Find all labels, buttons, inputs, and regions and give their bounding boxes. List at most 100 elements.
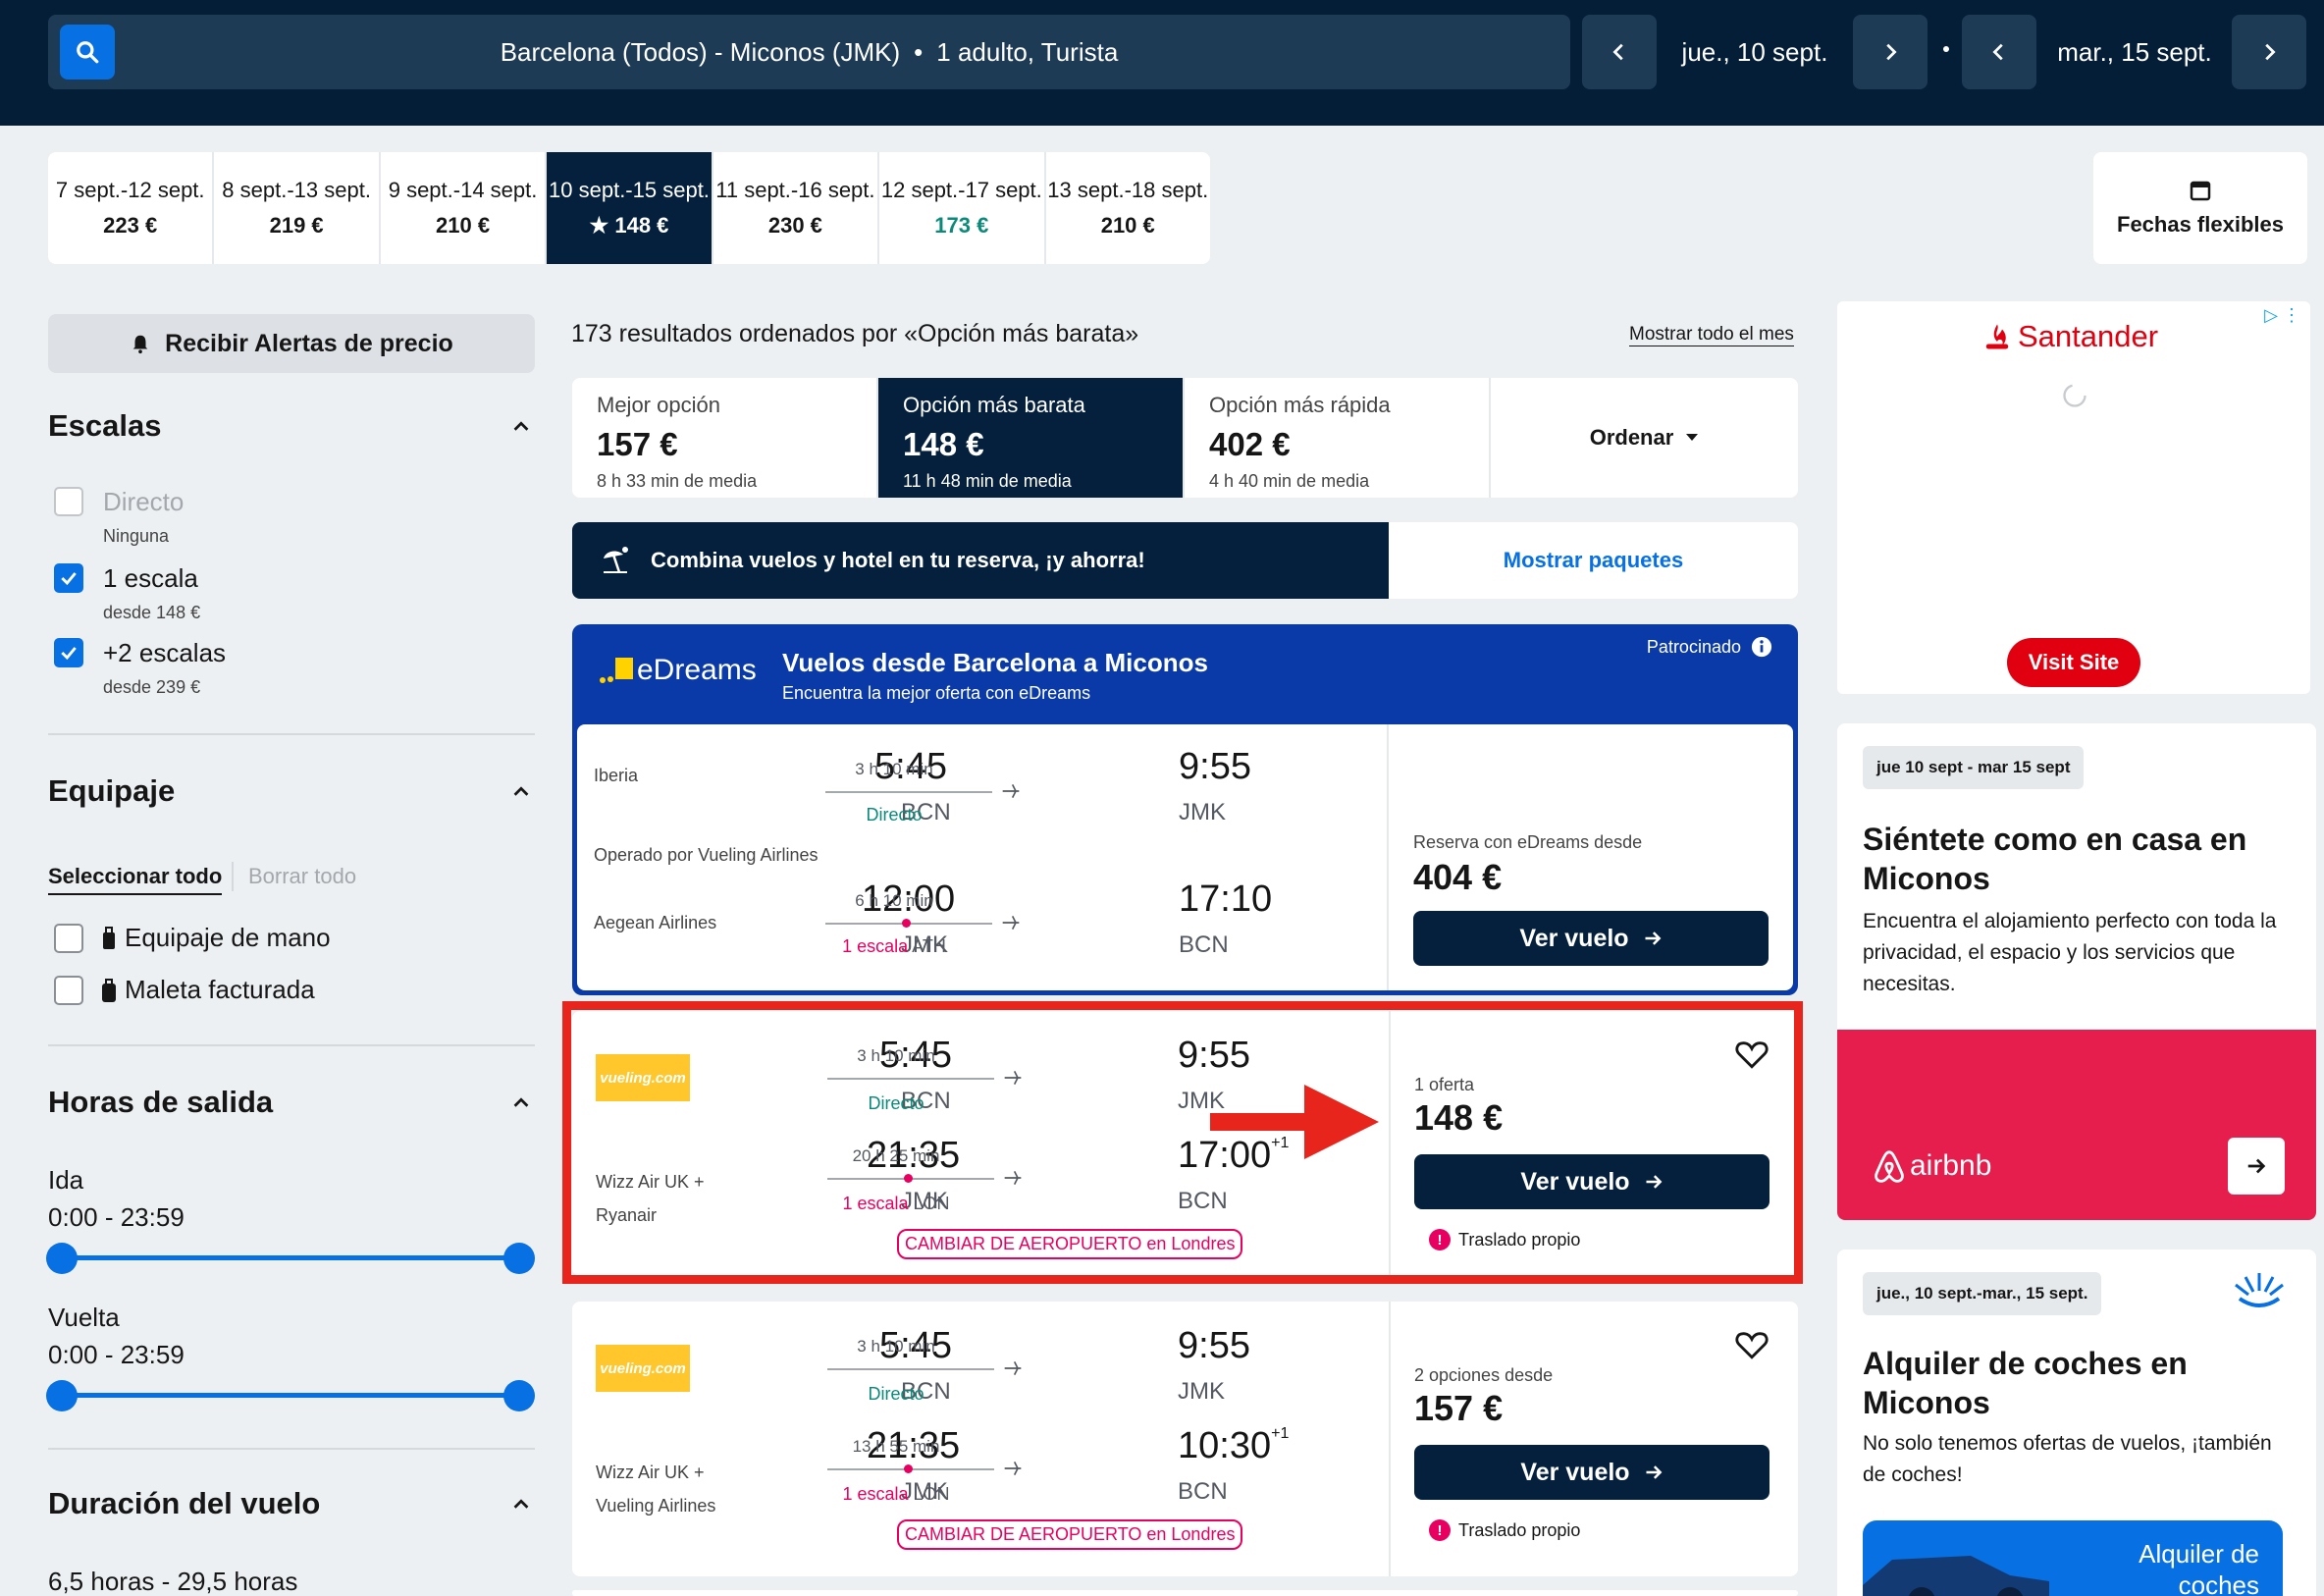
- date-option[interactable]: 11 sept.-16 sept. 230 €: [713, 152, 880, 264]
- warning-icon: !: [1429, 1519, 1451, 1541]
- chevron-up-icon[interactable]: [510, 416, 532, 438]
- sponsored-label[interactable]: Patrocinado: [1647, 636, 1772, 658]
- heart-icon[interactable]: [1735, 1329, 1769, 1360]
- sort-tab-best[interactable]: Mejor opción 157 € 8 h 33 min de media: [572, 378, 878, 498]
- date-option[interactable]: 12 sept.-17 sept. 173 €: [879, 152, 1046, 264]
- plane-icon: [1002, 783, 1020, 799]
- date-option[interactable]: 7 sept.-12 sept. 223 €: [48, 152, 215, 264]
- clear-all-link[interactable]: Borrar todo: [248, 864, 356, 889]
- price-label: Reserva con eDreams desde: [1413, 832, 1643, 852]
- sort-tab-cheapest[interactable]: Opción más barata 148 € 11 h 48 min de m…: [878, 378, 1185, 498]
- view-flight-button[interactable]: Ver vuelo: [1413, 911, 1769, 966]
- depart-date[interactable]: jue., 10 sept.: [1663, 15, 1847, 89]
- slider-handle-min[interactable]: [46, 1380, 78, 1411]
- date-option[interactable]: 8 sept.-13 sept. 219 €: [214, 152, 381, 264]
- stops-direct-option[interactable]: Directo Ninguna: [54, 487, 184, 547]
- suitcase-icon: [102, 978, 116, 1002]
- beach-umbrella-icon: [604, 547, 628, 573]
- slider-handle-min[interactable]: [46, 1243, 78, 1274]
- chevron-right-icon: [2265, 43, 2276, 61]
- arrive-time: 10:30+1: [1178, 1425, 1290, 1466]
- airbnb-go-button[interactable]: [2228, 1138, 2285, 1195]
- visit-site-button[interactable]: Visit Site: [2007, 638, 2140, 687]
- flight-result-card: [572, 1590, 1798, 1596]
- stops-one-option[interactable]: 1 escala desde 148 €: [54, 563, 200, 623]
- airport-change-warning: CAMBIAR DE AEROPUERTO en Londres: [897, 1519, 1243, 1550]
- arrow-right-icon: [1646, 1465, 1663, 1479]
- chevron-up-icon[interactable]: [510, 781, 532, 803]
- date-option-selected[interactable]: 10 sept.-15 sept. ★ 148 €: [547, 152, 713, 264]
- price-alert-button[interactable]: Recibir Alertas de precio: [48, 314, 535, 373]
- adchoices-icon[interactable]: ▷ ⋮: [2264, 305, 2300, 326]
- return-time-slider[interactable]: [46, 1380, 535, 1411]
- duration: 6 h 10 min: [855, 891, 933, 910]
- depart-prev-button[interactable]: [1582, 15, 1657, 89]
- route-text: Barcelona (Todos) - Miconos (JMK): [500, 36, 901, 67]
- stops-info: 1 escala LON: [842, 1484, 950, 1504]
- ad-title: Alquiler de coches en Miconos: [1863, 1346, 2188, 1420]
- check-icon: [61, 572, 77, 586]
- arrive-airport: BCN: [1178, 1478, 1228, 1505]
- car-rental-ad[interactable]: jue., 10 sept.-mar., 15 sept. Alquiler d…: [1837, 1250, 2316, 1596]
- checked-bag-option[interactable]: Maleta facturada: [54, 975, 315, 1005]
- airbnb-ad[interactable]: jue 10 sept - mar 15 sept Siéntete como …: [1837, 723, 2316, 1220]
- show-month-link[interactable]: Mostrar todo el mes: [1629, 324, 1794, 346]
- date-option[interactable]: 13 sept.-18 sept. 210 €: [1046, 152, 1210, 264]
- return-next-button[interactable]: [2232, 15, 2306, 89]
- chevron-up-icon[interactable]: [510, 1092, 532, 1114]
- flexible-dates-button[interactable]: Fechas flexibles: [2093, 152, 2307, 264]
- search-summary[interactable]: Barcelona (Todos) - Miconos (JMK) • 1 ad…: [48, 15, 1570, 89]
- caret-down-icon: [1686, 434, 1699, 441]
- chevron-right-icon: [1886, 43, 1897, 61]
- results-count: 173 resultados ordenados por «Opción más…: [571, 320, 1139, 347]
- passengers-text: 1 adulto, Turista: [936, 36, 1119, 67]
- checkbox[interactable]: [54, 923, 83, 953]
- sponsored-flight[interactable]: Iberia Operado por Vueling Airlines 5:45…: [577, 724, 1793, 990]
- order-dropdown[interactable]: Ordenar: [1491, 378, 1798, 498]
- red-arrow-icon: [1210, 1085, 1379, 1159]
- carry-on-bag-icon: [103, 926, 115, 949]
- arrow-right-icon: [1645, 931, 1662, 945]
- ad-text: Encuentra el alojamiento perfecto con to…: [1863, 910, 2277, 995]
- date-tag: jue., 10 sept.-mar., 15 sept.: [1863, 1272, 2102, 1315]
- return-label: Vuelta: [48, 1303, 120, 1332]
- checkbox-checked[interactable]: [54, 563, 83, 593]
- chevron-up-icon[interactable]: [510, 1494, 532, 1516]
- divider: [48, 1044, 535, 1046]
- sort-tab-fastest[interactable]: Opción más rápida 402 € 4 h 40 min de me…: [1185, 378, 1491, 498]
- santander-ad[interactable]: ▷ ⋮ Santander Visit Site: [1837, 301, 2310, 694]
- date-tag: jue 10 sept - mar 15 sept: [1863, 746, 2085, 789]
- flight-result-card[interactable]: vueling.com Wizz Air UK + Vueling Airlin…: [572, 1302, 1798, 1576]
- arrive-airport: JMK: [1178, 1378, 1225, 1405]
- stops-two-plus-option[interactable]: +2 escalas desde 239 €: [54, 638, 226, 698]
- info-icon: [1751, 636, 1772, 658]
- stops-info: Directo: [868, 1384, 924, 1404]
- view-flight-button[interactable]: Ver vuelo: [1414, 1445, 1769, 1500]
- return-date[interactable]: mar., 15 sept.: [2041, 15, 2228, 89]
- carry-on-option[interactable]: Equipaje de mano: [54, 923, 331, 953]
- slider-handle-max[interactable]: [503, 1380, 535, 1411]
- car-image-icon: [1863, 1556, 2049, 1596]
- checkbox-checked[interactable]: [54, 638, 83, 667]
- slider-handle-max[interactable]: [503, 1243, 535, 1274]
- outbound-label: Ida: [48, 1165, 84, 1195]
- depart-next-button[interactable]: [1853, 15, 1928, 89]
- arrive-time: 9:55: [1179, 746, 1251, 787]
- baggage-title: Equipaje: [48, 773, 176, 808]
- return-range: 0:00 - 23:59: [48, 1340, 185, 1369]
- vueling-logo: vueling.com: [596, 1345, 690, 1392]
- date-option[interactable]: 9 sept.-14 sept. 210 €: [381, 152, 548, 264]
- select-all-link[interactable]: Seleccionar todo: [48, 864, 223, 895]
- show-packages-link[interactable]: Mostrar paquetes: [1389, 522, 1798, 599]
- checkbox[interactable]: [54, 975, 83, 1005]
- duration: 13 h 55 min: [852, 1437, 940, 1456]
- car-banner-text: Alquiler de coches: [2139, 1539, 2259, 1596]
- duration-range: 6,5 horas - 29,5 horas: [48, 1567, 298, 1596]
- car-rental-banner[interactable]: Alquiler de coches: [1863, 1520, 2283, 1596]
- checkbox[interactable]: [54, 487, 83, 516]
- ad-title: Siéntete como en casa en Miconos: [1863, 822, 2247, 896]
- chevron-left-icon: [1992, 43, 2003, 61]
- outbound-time-slider[interactable]: [46, 1243, 535, 1274]
- return-prev-button[interactable]: [1962, 15, 2036, 89]
- loading-spinner-icon: [2063, 384, 2086, 407]
